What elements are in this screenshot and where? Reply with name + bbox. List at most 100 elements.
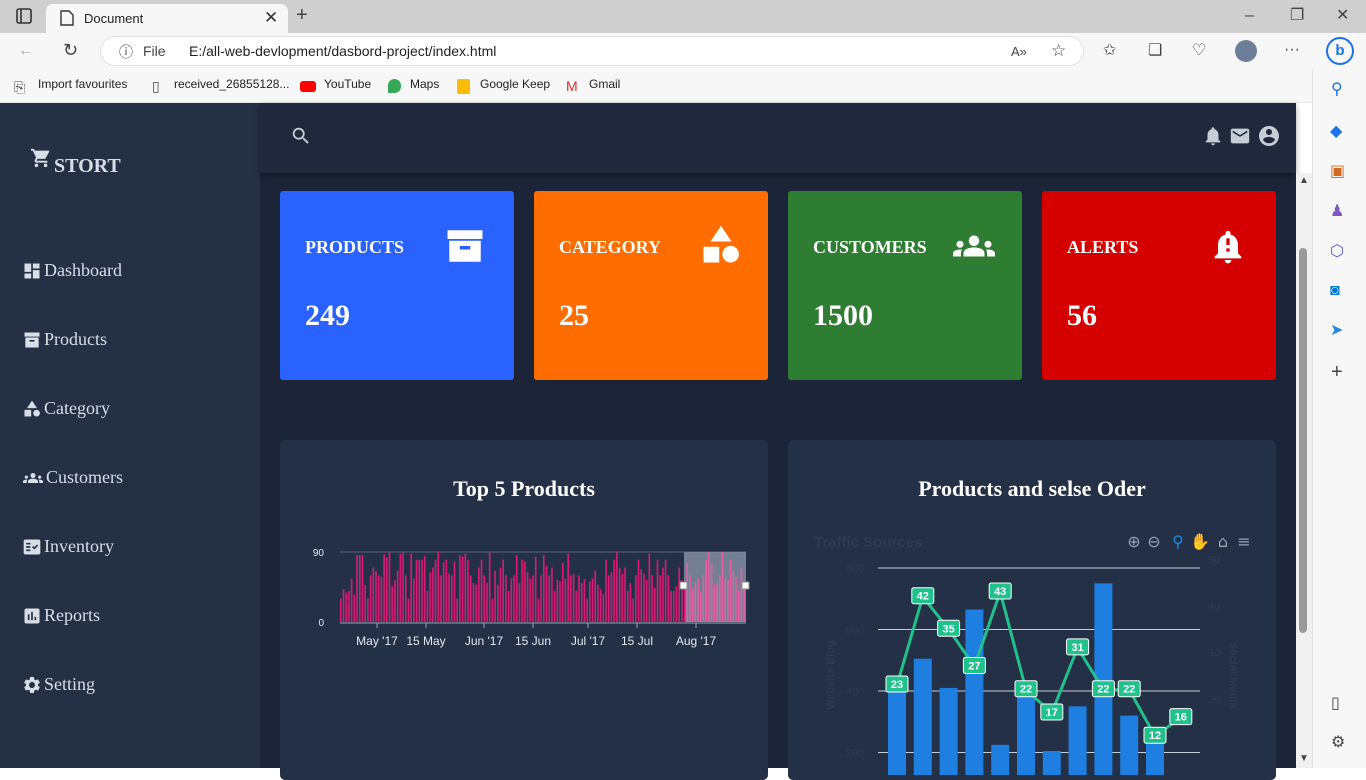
bar — [453, 561, 456, 622]
collections-icon[interactable]: ❏ — [1148, 43, 1162, 59]
x-tick-label: Aug '17 — [676, 634, 717, 648]
card-value: 25 — [559, 299, 589, 332]
favorite-star-icon[interactable]: ☆ — [1051, 42, 1066, 59]
bar — [483, 575, 486, 622]
scroll-up-icon[interactable]: ▲ — [1299, 173, 1309, 189]
card-alerts[interactable]: ALERTS 56 — [1042, 191, 1276, 380]
minimize-icon[interactable]: – — [1245, 8, 1254, 24]
send-icon[interactable]: ➤ — [1330, 323, 1343, 339]
card-category[interactable]: CATEGORY 25 — [534, 191, 768, 380]
url-text[interactable]: E:/all-web-devlopment/dasbord-project/in… — [189, 43, 496, 59]
shopping-icon[interactable]: ◆ — [1330, 124, 1342, 140]
top-products-chart[interactable]: 90 0 May '17 15 May Jun '17 15 Jun Jul '17 15 J… — [280, 535, 768, 775]
archive-icon — [24, 332, 40, 348]
scrollbar-thumb[interactable] — [1299, 248, 1307, 633]
sidebar-item-products[interactable]: Products — [22, 329, 107, 350]
refresh-icon[interactable]: ↻ — [63, 41, 78, 59]
bar — [602, 594, 605, 622]
page-scrollbar[interactable]: ▲ ▼ — [1296, 173, 1312, 768]
bar — [526, 572, 529, 622]
games-icon[interactable]: ♟ — [1330, 204, 1344, 220]
tab-title: Document — [84, 11, 144, 26]
search-icon[interactable] — [290, 125, 312, 147]
bar — [380, 576, 383, 622]
x-tick-label: Jun '17 — [465, 634, 504, 648]
zoom-in-icon: ⊕ — [1127, 532, 1140, 551]
fav-maps[interactable]: Maps — [410, 77, 439, 91]
card-products[interactable]: PRODUCTS 249 — [280, 191, 514, 380]
profile-avatar[interactable] — [1235, 40, 1257, 62]
search-icon[interactable]: ⚲ — [1331, 82, 1343, 98]
bar — [713, 584, 716, 622]
bar — [564, 578, 567, 622]
bar — [586, 598, 588, 622]
sidebar-item-reports[interactable]: Reports — [22, 605, 100, 626]
bar — [610, 572, 613, 622]
card-customers[interactable]: CUSTOMERS 1500 — [788, 191, 1022, 380]
pan-icon: ✋ — [1190, 532, 1210, 551]
split-screen-icon[interactable]: ▯ — [1331, 696, 1340, 712]
performance-icon[interactable]: ♡ — [1192, 43, 1206, 59]
bar — [391, 586, 394, 622]
bar — [432, 567, 434, 622]
sidebar-item-inventory[interactable]: Inventory — [22, 536, 114, 557]
fav-import[interactable]: Import favourites — [38, 77, 127, 91]
bar — [386, 557, 388, 622]
address-bar[interactable]: ⓘ File E:/all-web-devlopment/dasbord-pro… — [100, 36, 1084, 66]
fav-received[interactable]: received_26855128... — [174, 77, 289, 91]
main-content: PRODUCTS 249 CATEGORY 25 CUSTOMERS 1500 … — [260, 103, 1296, 780]
data-label: 31 — [1071, 642, 1083, 654]
bar — [705, 559, 708, 622]
add-icon[interactable]: + — [1331, 362, 1343, 382]
edge-sidebar: ⚲ ◆ ▣ ♟ ⬡ ◙ ➤ + ▯ ⚙ — [1312, 70, 1366, 768]
fav-youtube[interactable]: YouTube — [324, 77, 371, 91]
bar — [394, 580, 396, 622]
account-icon[interactable] — [1257, 124, 1281, 148]
bar — [548, 575, 551, 622]
sidebar-item-setting[interactable]: Setting — [22, 674, 95, 695]
bar — [413, 578, 415, 622]
bar — [1120, 715, 1139, 775]
y2-tick-label: 40 — [1208, 601, 1220, 613]
bar — [515, 555, 518, 622]
bar — [472, 583, 475, 622]
sales-order-chart[interactable]: Traffic Sources ⊕ ⊖ ⚲ ✋ ⌂ ≡ 800 600 400 200 50 40 30 2… — [788, 525, 1276, 775]
bar — [559, 581, 561, 622]
tools-icon[interactable]: ▣ — [1330, 164, 1345, 180]
new-tab-icon[interactable]: + — [296, 5, 308, 25]
fav-gmail[interactable]: Gmail — [589, 77, 620, 91]
data-label: 35 — [942, 623, 954, 635]
settings-icon[interactable]: ⚙ — [1331, 735, 1345, 751]
office-icon[interactable]: ⬡ — [1330, 244, 1344, 260]
sidebar-item-category[interactable]: Category — [22, 398, 110, 419]
bar — [480, 559, 483, 622]
window-close-icon[interactable]: ✕ — [1336, 8, 1349, 24]
chart-title: Traffic Sources — [814, 534, 922, 551]
mail-icon[interactable] — [1228, 125, 1252, 147]
sidebar-item-label: Customers — [46, 467, 124, 487]
close-tab-icon[interactable]: ✕ — [264, 8, 278, 28]
fav-google-keep[interactable]: Google Keep — [480, 77, 550, 91]
brand[interactable]: STORT — [30, 148, 121, 177]
favorites-icon[interactable]: ✩ — [1103, 43, 1116, 59]
bar — [613, 559, 615, 622]
bar — [656, 559, 659, 622]
more-icon[interactable]: ··· — [1284, 42, 1300, 58]
bar — [440, 575, 442, 622]
cart-icon — [30, 148, 50, 168]
bell-icon[interactable] — [1202, 125, 1224, 147]
restore-icon[interactable]: ❐ — [1290, 8, 1304, 24]
bar — [727, 580, 729, 622]
bar — [369, 575, 372, 622]
read-aloud-icon[interactable]: A» — [1011, 44, 1027, 60]
back-icon[interactable]: ← — [18, 43, 34, 59]
outlook-icon[interactable]: ◙ — [1330, 283, 1340, 299]
bing-icon[interactable]: b — [1326, 37, 1354, 65]
sidebar-item-customers[interactable]: Customers — [22, 467, 123, 488]
scroll-down-icon[interactable]: ▼ — [1299, 751, 1309, 767]
sidebar-item-dashboard[interactable]: Dashboard — [22, 260, 122, 281]
bar — [356, 555, 358, 622]
bar — [965, 609, 984, 775]
tab-actions-icon[interactable] — [16, 8, 32, 28]
browser-tab[interactable]: Document ✕ — [46, 4, 288, 33]
